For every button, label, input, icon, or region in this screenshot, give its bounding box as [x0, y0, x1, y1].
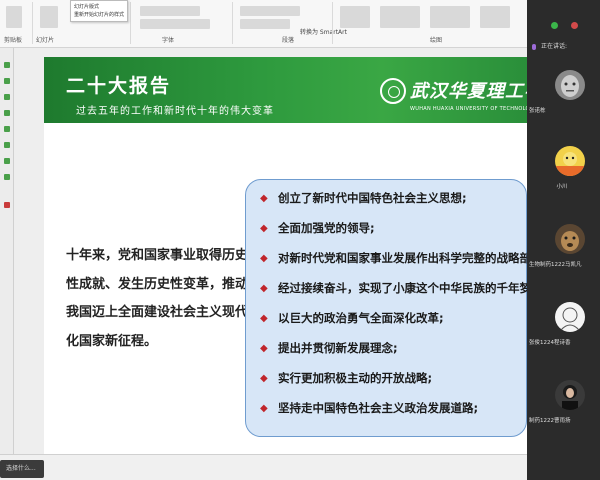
slide-thumb-3[interactable]: [4, 94, 10, 100]
slide-editor-area: 二十大报告 过去五年的工作和新时代十年的伟大变革 武汉华夏理工学院 WUHAN …: [14, 48, 561, 454]
animal-avatar: [555, 224, 585, 254]
bullet-item: ◆ 经过接续奋斗，实现了小康这个中华民族的千年梦想;: [260, 280, 547, 296]
university-logo: 武汉华夏理工学院 WUHAN HUAXIA UNIVERSITY OF TECH…: [380, 62, 561, 118]
summary-paragraph: 十年来，党和国家事业取得历史性成就、发生历史性变革，推动我国迈上全面建设社会主义…: [66, 248, 249, 349]
bullet-text: 创立了新时代中国特色社会主义思想;: [278, 191, 467, 205]
bullet-text: 对新时代党和国家事业发展作出科学完整的战略部署;: [278, 251, 548, 265]
face-avatar: [555, 70, 585, 100]
cartoon-avatar: [555, 146, 585, 176]
slide-thumb-9[interactable]: [4, 202, 10, 208]
status-bar: 选择什么...: [0, 454, 527, 480]
slide-thumb-1[interactable]: [4, 62, 10, 68]
slide-thumbnail-pane[interactable]: [0, 48, 14, 480]
diamond-bullet-icon: ◆: [260, 402, 268, 414]
diamond-bullet-icon: ◆: [260, 222, 268, 234]
bullet-text: 经过接续奋斗，实现了小康这个中华民族的千年梦想;: [278, 281, 548, 295]
bullet-item: ◆ 对新时代党和国家事业发展作出科学完整的战略部署;: [260, 250, 547, 266]
slide-thumb-4[interactable]: [4, 110, 10, 116]
font-style-icon[interactable]: [140, 19, 210, 29]
bullet-text: 以巨大的政治勇气全面深化改革;: [278, 311, 444, 325]
participant-tile[interactable]: 生物制药1222马凯凡: [527, 218, 600, 278]
slide-header-banner: 二十大报告 过去五年的工作和新时代十年的伟大变革 武汉华夏理工学院 WUHAN …: [44, 57, 561, 123]
taskbar-chip[interactable]: 选择什么...: [0, 460, 44, 478]
participant-name: 生物制药1222马凯凡: [529, 262, 582, 268]
participant-tile[interactable]: 制药1222曹雨扬: [527, 374, 600, 434]
window-dot-red[interactable]: [571, 22, 578, 29]
group-paragraph-label: 段落: [282, 37, 295, 44]
paste-icon[interactable]: [6, 6, 22, 28]
participant-name: 小川: [556, 184, 568, 190]
bullet-item: ◆ 提出并贯彻新发展理念;: [260, 340, 398, 356]
slide-thumb-8[interactable]: [4, 174, 10, 180]
participant-name: 张俊1224程诗香: [529, 340, 571, 346]
group-clipboard-label: 剪贴板: [4, 37, 23, 44]
bullet-text: 提出并贯彻新发展理念;: [278, 341, 398, 355]
window-dot-green[interactable]: [551, 22, 558, 29]
slide-thumb-7[interactable]: [4, 158, 10, 164]
bullet-item: ◆ 创立了新时代中国特色社会主义思想;: [260, 190, 467, 206]
slide-canvas[interactable]: 二十大报告 过去五年的工作和新时代十年的伟大变革 武汉华夏理工学院 WUHAN …: [44, 57, 561, 454]
diamond-bullet-icon: ◆: [260, 372, 268, 384]
participant-name: 制药1222曹雨扬: [529, 418, 571, 424]
ribbon-toolbar: 转换为 SmartArt 剪贴板 幻灯片 字体 段落 绘图 幻灯片版式 重新开始…: [0, 0, 527, 48]
participant-tile[interactable]: 张诺栋: [527, 64, 600, 124]
slide-thumb-6[interactable]: [4, 142, 10, 148]
font-box-icon[interactable]: [140, 6, 200, 16]
diamond-bullet-icon: ◆: [260, 192, 268, 204]
group-font-label: 字体: [162, 37, 175, 44]
slide-title: 二十大报告: [66, 75, 172, 97]
diamond-bullet-icon: ◆: [260, 252, 268, 264]
tooltip-line-1: 幻灯片版式: [74, 4, 100, 10]
university-emblem-icon: [380, 78, 406, 104]
shapes-icon[interactable]: [340, 6, 370, 28]
bullet-item: ◆ 以巨大的政治勇气全面深化改革;: [260, 310, 444, 326]
participant-name: 张诺栋: [529, 108, 546, 114]
participant-tile[interactable]: 张俊1224程诗香: [527, 296, 600, 356]
sketch-avatar: [555, 302, 585, 332]
smartart-label[interactable]: 转换为 SmartArt: [300, 27, 347, 36]
bullet-text: 实行更加积极主动的开放战略;: [278, 371, 433, 385]
diamond-bullet-icon: ◆: [260, 342, 268, 354]
new-slide-icon[interactable]: [40, 6, 58, 28]
group-drawing-label: 绘图: [430, 37, 443, 44]
university-name-en: WUHAN HUAXIA UNIVERSITY OF TECHNOLOGY: [410, 106, 538, 112]
bullet-item: ◆ 坚持走中国特色社会主义政治发展道路;: [260, 400, 478, 416]
slide-thumb-5[interactable]: [4, 126, 10, 132]
bullet-item: ◆ 全面加强党的领导;: [260, 220, 375, 236]
speaking-header: 正在讲话:: [527, 38, 600, 56]
bullet-item: ◆ 实行更加积极主动的开放战略;: [260, 370, 432, 386]
edit-icon[interactable]: [480, 6, 510, 28]
achievements-box: ◆ 创立了新时代中国特色社会主义思想; ◆ 全面加强党的领导; ◆ 对新时代党和…: [245, 179, 547, 437]
diamond-bullet-icon: ◆: [260, 312, 268, 324]
slide-subtitle: 过去五年的工作和新时代十年的伟大变革: [76, 106, 274, 117]
slide-thumb-2[interactable]: [4, 78, 10, 84]
align-icon[interactable]: [240, 19, 290, 29]
tooltip-line-2: 重新开始幻灯片的样式: [74, 12, 125, 18]
participant-tile[interactable]: 小川: [527, 140, 600, 200]
person-avatar: [555, 380, 585, 410]
bullet-text: 坚持走中国特色社会主义政治发展道路;: [278, 401, 479, 415]
paragraph-icon[interactable]: [240, 6, 300, 16]
group-slides-label: 幻灯片: [36, 37, 55, 44]
bullet-text: 全面加强党的领导;: [278, 221, 375, 235]
style-icon[interactable]: [430, 6, 470, 28]
diamond-bullet-icon: ◆: [260, 282, 268, 294]
layout-tooltip: 幻灯片版式 重新开始幻灯片的样式: [70, 0, 128, 22]
arrange-icon[interactable]: [380, 6, 420, 28]
participants-panel: 正在讲话: 张诺栋 小川 生物制药1222马凯凡 张俊1224程诗香 制药122…: [527, 0, 600, 480]
